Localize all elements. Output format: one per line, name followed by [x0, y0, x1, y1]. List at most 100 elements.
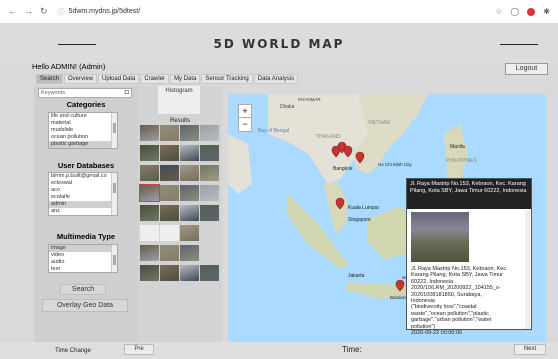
star-icon[interactable]: ☆ — [495, 7, 502, 16]
address-bar[interactable]: ⓘ 5dwm.mydns.jp/5dtest/ — [58, 7, 141, 17]
camera-icon[interactable]: ◘ — [125, 89, 129, 97]
result-thumbnail[interactable] — [160, 185, 179, 201]
app: 5D WORLD MAP Hello ADMIN! (Admin) Logout… — [0, 24, 558, 359]
scrollbar[interactable] — [111, 245, 117, 272]
list-item[interactable]: ecolaife — [49, 194, 117, 201]
map-label: Kuala Lumpur — [348, 205, 379, 211]
browser-bar: ← → ↻ ⓘ 5dwm.mydns.jp/5dtest/ ☆ ◯ ✱ — [0, 0, 558, 24]
result-thumbnail[interactable] — [200, 205, 219, 221]
search-button[interactable]: Search — [60, 284, 106, 295]
list-item-selected[interactable]: plastic garbage — [49, 141, 117, 148]
map-label: Bangkok — [333, 166, 353, 172]
multimedia-type-list[interactable]: image video audio text — [48, 244, 118, 273]
popup-photo[interactable] — [411, 212, 469, 262]
scrollbar[interactable] — [111, 113, 117, 148]
forward-icon[interactable]: → — [24, 6, 33, 17]
results-panel: Histogram Results — [138, 86, 222, 342]
list-item-selected[interactable]: image — [49, 245, 117, 252]
popup-scrollbar[interactable] — [525, 211, 530, 329]
result-thumbnail[interactable] — [160, 265, 179, 281]
result-thumbnail[interactable] — [200, 145, 219, 161]
result-thumbnail[interactable] — [180, 125, 199, 141]
list-item[interactable]: eclexwal — [49, 180, 117, 187]
map-label: Ho Chi Minh City — [378, 162, 413, 167]
list-item[interactable]: bimm.p.built@gmail.co — [49, 173, 117, 180]
result-thumbnail[interactable] — [140, 165, 159, 181]
list-item[interactable]: aco — [49, 187, 117, 194]
result-thumbnail[interactable] — [140, 125, 159, 141]
result-thumbnail[interactable] — [140, 205, 159, 221]
scrollbar-thumb[interactable] — [113, 183, 116, 193]
popup-header-text: Jl. Raya Mastrip No.153, Kebraon, Kec. K… — [410, 181, 527, 194]
result-thumbnail[interactable] — [180, 245, 199, 261]
result-thumbnail[interactable] — [160, 205, 179, 221]
puzzle-icon[interactable]: ✱ — [543, 7, 550, 16]
categories-title: Categories — [66, 100, 106, 109]
info-icon[interactable]: ⓘ — [58, 7, 65, 17]
scrollbar[interactable] — [111, 173, 117, 215]
result-thumbnail[interactable] — [180, 225, 199, 241]
list-item[interactable]: video — [49, 252, 117, 259]
overlay-geo-data-button[interactable]: Overlay Geo Data — [42, 299, 128, 312]
tab-my-data[interactable]: My Data — [170, 74, 201, 84]
tab-overview[interactable]: Overview — [64, 74, 98, 84]
list-item[interactable]: life and culture — [49, 113, 117, 120]
result-thumbnail[interactable] — [180, 205, 199, 221]
search-panel: Keywords ◘ Categories life and culture m… — [34, 86, 138, 342]
reload-icon[interactable]: ↻ — [40, 6, 48, 17]
result-thumbnail[interactable] — [180, 185, 199, 201]
pre-button[interactable]: Pre — [124, 344, 154, 355]
scrollbar-thumb[interactable] — [113, 255, 116, 265]
extension-red-icon[interactable] — [527, 7, 536, 16]
result-thumbnail[interactable] — [180, 265, 199, 281]
map-label: Manila — [450, 144, 465, 150]
result-thumbnail[interactable] — [140, 265, 159, 281]
map-label: Singapore — [348, 217, 371, 223]
categories-list[interactable]: life and culture material mudslide ocean… — [48, 112, 118, 149]
scrollbar-thumb[interactable] — [113, 123, 116, 133]
result-thumbnail[interactable] — [160, 245, 179, 261]
list-item[interactable]: audio — [49, 259, 117, 266]
tab-crawler[interactable]: Crawler — [140, 74, 170, 84]
next-button[interactable]: Next — [514, 344, 546, 355]
result-thumbnail[interactable] — [200, 185, 219, 201]
keywords-placeholder: Keywords — [41, 90, 66, 96]
logout-button[interactable]: Logout — [505, 63, 548, 75]
result-thumbnail[interactable] — [139, 184, 160, 202]
zoom-out-button[interactable]: − — [239, 118, 251, 131]
result-thumbnail[interactable] — [200, 265, 219, 281]
list-item-selected[interactable]: admin — [49, 201, 117, 208]
tab-data-analysis[interactable]: Data Analysis — [253, 74, 299, 84]
header: 5D WORLD MAP — [0, 24, 558, 64]
list-item[interactable]: anz — [49, 208, 117, 215]
back-icon[interactable]: ← — [8, 6, 17, 17]
popup-body: Jl. Raya Mastrip No.153, Kebraon, Kec. K… — [411, 266, 526, 336]
multimedia-type-title: Multimedia Type — [56, 232, 116, 241]
keywords-input[interactable]: Keywords ◘ — [38, 88, 132, 98]
extension-icon[interactable]: ◯ — [510, 7, 519, 16]
result-thumbnail[interactable] — [160, 125, 179, 141]
map-label: Dhaka — [280, 104, 295, 110]
result-thumbnail[interactable] — [140, 225, 159, 241]
tab-search[interactable]: Search — [36, 74, 64, 84]
user-databases-list[interactable]: bimm.p.built@gmail.co eclexwal aco ecola… — [48, 172, 118, 216]
result-thumbnail[interactable] — [140, 245, 159, 261]
result-thumbnail[interactable] — [200, 165, 219, 181]
histogram-panel[interactable]: Histogram — [158, 86, 200, 114]
list-item[interactable]: ocean pollution — [49, 134, 117, 141]
tab-sensor-tracking[interactable]: Sensor Tracking — [201, 74, 253, 84]
result-thumbnail[interactable] — [180, 145, 199, 161]
result-thumbnail[interactable] — [160, 165, 179, 181]
map-label: Bay of Bengal — [258, 128, 289, 134]
result-thumbnail[interactable] — [160, 145, 179, 161]
list-item[interactable]: mudslide — [49, 127, 117, 134]
result-thumbnail[interactable] — [200, 125, 219, 141]
result-thumbnail[interactable] — [160, 225, 179, 241]
list-item[interactable]: material — [49, 120, 117, 127]
zoom-in-button[interactable]: + — [239, 105, 251, 118]
map[interactable]: MYANMAR Dhaka Bay of Bengal THAILAND Ban… — [228, 94, 546, 344]
result-thumbnail[interactable] — [180, 165, 199, 181]
result-thumbnail[interactable] — [140, 145, 159, 161]
tab-upload-data[interactable]: Upload Data — [98, 74, 140, 84]
list-item[interactable]: text — [49, 266, 117, 272]
